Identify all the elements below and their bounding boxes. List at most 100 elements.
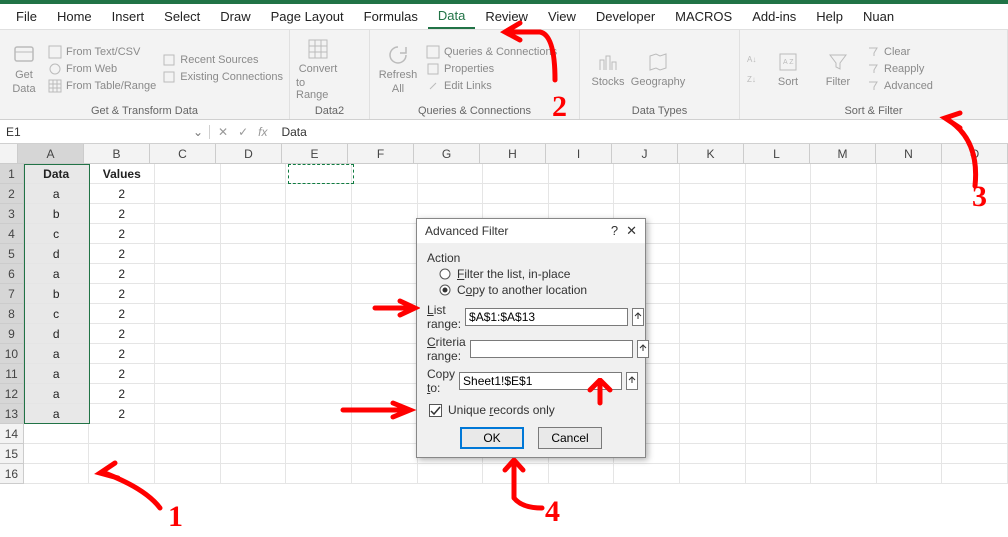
cell[interactable]: [352, 464, 418, 484]
cell[interactable]: [352, 324, 418, 344]
row-header[interactable]: 2: [0, 184, 24, 204]
cell[interactable]: [155, 364, 221, 384]
cell[interactable]: [614, 164, 680, 184]
col-header-G[interactable]: G: [414, 144, 480, 164]
recent-sources[interactable]: Recent Sources: [162, 53, 283, 67]
cell[interactable]: c: [24, 304, 90, 324]
col-header-F[interactable]: F: [348, 144, 414, 164]
cell[interactable]: [352, 184, 418, 204]
cell[interactable]: [549, 464, 615, 484]
cell[interactable]: [811, 364, 877, 384]
list-range-input[interactable]: [465, 308, 628, 326]
tab-page-layout[interactable]: Page Layout: [261, 5, 354, 28]
tab-view[interactable]: View: [538, 5, 586, 28]
cell[interactable]: [877, 404, 943, 424]
cell[interactable]: [352, 224, 418, 244]
cell[interactable]: [221, 184, 287, 204]
copy-to-input[interactable]: [459, 372, 622, 390]
cell[interactable]: [483, 164, 549, 184]
col-header-L[interactable]: L: [744, 144, 810, 164]
cell[interactable]: [418, 164, 484, 184]
cell[interactable]: a: [24, 384, 90, 404]
cell[interactable]: [877, 364, 943, 384]
cancel-button[interactable]: Cancel: [538, 427, 602, 449]
filter-button[interactable]: Filter: [816, 34, 860, 103]
cell[interactable]: [286, 264, 352, 284]
cell[interactable]: a: [24, 364, 90, 384]
fx-icon[interactable]: fx: [258, 125, 267, 139]
cell[interactable]: [811, 264, 877, 284]
cell[interactable]: [221, 444, 287, 464]
cell[interactable]: [352, 384, 418, 404]
cell[interactable]: [286, 244, 352, 264]
cancel-formula-icon[interactable]: ✕: [218, 125, 228, 139]
cell[interactable]: [352, 444, 418, 464]
cell[interactable]: [221, 164, 287, 184]
cell[interactable]: [221, 384, 287, 404]
cell[interactable]: [942, 384, 1008, 404]
cell[interactable]: c: [24, 224, 90, 244]
row-header[interactable]: 5: [0, 244, 24, 264]
convert-to-range-button[interactable]: Convertto Range: [296, 34, 340, 103]
cell[interactable]: [942, 444, 1008, 464]
cell[interactable]: a: [24, 184, 90, 204]
properties[interactable]: Properties: [426, 62, 557, 76]
cell[interactable]: [549, 184, 615, 204]
cell[interactable]: [746, 324, 812, 344]
cell[interactable]: [352, 164, 418, 184]
cell[interactable]: 2: [89, 204, 155, 224]
row-header[interactable]: 6: [0, 264, 24, 284]
cell[interactable]: [155, 224, 221, 244]
cell[interactable]: [877, 344, 943, 364]
col-header-J[interactable]: J: [612, 144, 678, 164]
cell[interactable]: [680, 184, 746, 204]
cell[interactable]: [942, 344, 1008, 364]
col-header-M[interactable]: M: [810, 144, 876, 164]
formula-input[interactable]: Data: [275, 125, 1008, 139]
cell[interactable]: [155, 304, 221, 324]
row-header[interactable]: 16: [0, 464, 24, 484]
cell[interactable]: [418, 464, 484, 484]
cell[interactable]: b: [24, 284, 90, 304]
cell[interactable]: [221, 464, 287, 484]
cell[interactable]: [24, 444, 90, 464]
cell[interactable]: [221, 244, 287, 264]
row-header[interactable]: 8: [0, 304, 24, 324]
cell[interactable]: [811, 424, 877, 444]
cell[interactable]: [811, 404, 877, 424]
cell[interactable]: [286, 344, 352, 364]
collapse-dialog-icon[interactable]: [626, 372, 638, 390]
cell[interactable]: [286, 184, 352, 204]
cell[interactable]: [746, 384, 812, 404]
from-text-csv[interactable]: From Text/CSV: [48, 45, 156, 59]
cell[interactable]: 2: [89, 184, 155, 204]
cell[interactable]: [614, 464, 680, 484]
name-box[interactable]: E1⌄: [0, 125, 210, 139]
cell[interactable]: [221, 344, 287, 364]
cell[interactable]: [942, 284, 1008, 304]
cell[interactable]: [286, 384, 352, 404]
cell[interactable]: Values: [89, 164, 155, 184]
filter-reapply[interactable]: Reapply: [866, 62, 933, 76]
cell[interactable]: [155, 264, 221, 284]
cell[interactable]: [286, 224, 352, 244]
cell[interactable]: [155, 164, 221, 184]
criteria-range-input[interactable]: [470, 340, 633, 358]
radio-copy-to[interactable]: Copy to another location: [439, 283, 635, 297]
cell[interactable]: 2: [89, 304, 155, 324]
tab-insert[interactable]: Insert: [102, 5, 155, 28]
cell[interactable]: [877, 184, 943, 204]
cell[interactable]: [680, 464, 746, 484]
cell[interactable]: [877, 464, 943, 484]
cell[interactable]: [352, 364, 418, 384]
cell[interactable]: [155, 404, 221, 424]
cell[interactable]: [746, 444, 812, 464]
cell[interactable]: [680, 164, 746, 184]
cell[interactable]: [680, 424, 746, 444]
cell[interactable]: [221, 304, 287, 324]
cell[interactable]: [680, 304, 746, 324]
sort-button[interactable]: A Z Sort: [766, 34, 810, 103]
cell[interactable]: [877, 204, 943, 224]
cell[interactable]: a: [24, 404, 90, 424]
cell[interactable]: [877, 444, 943, 464]
